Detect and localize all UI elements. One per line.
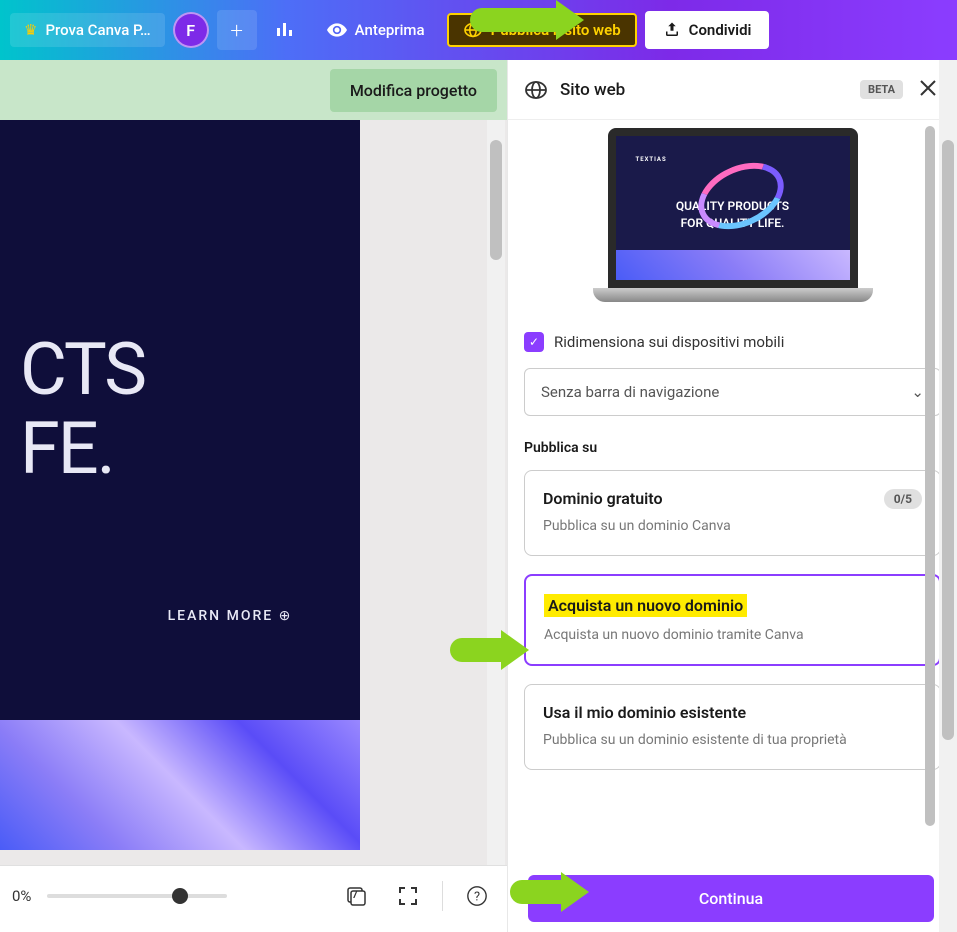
check-icon: ✓ — [529, 335, 539, 349]
divider — [442, 881, 443, 911]
add-button[interactable]: ＋ — [217, 10, 257, 50]
existing-domain-option[interactable]: Usa il mio dominio esistente Pubblica su… — [524, 684, 941, 770]
page-number: 7 — [352, 890, 358, 901]
help-icon: ? — [466, 885, 488, 907]
close-panel-button[interactable] — [915, 74, 941, 106]
bar-chart-icon — [275, 20, 295, 40]
upload-icon — [663, 21, 681, 39]
heading-line2: FE. — [20, 409, 340, 488]
free-domain-option[interactable]: 0/5 Dominio gratuito Pubblica su un domi… — [524, 470, 941, 556]
canvas-scrollbar[interactable] — [487, 120, 505, 865]
svg-text:?: ? — [474, 889, 480, 904]
pages-button[interactable]: 7 — [338, 878, 374, 914]
edit-project-button[interactable]: Modifica progetto — [330, 69, 497, 112]
canvas-area[interactable]: CTS FE. LEARN MORE ⊕ — [0, 120, 507, 865]
resize-checkbox[interactable]: ✓ — [524, 332, 544, 352]
help-button[interactable]: ? — [459, 878, 495, 914]
resize-mobile-option[interactable]: ✓ Ridimensiona sui dispositivi mobili — [524, 332, 941, 352]
page-scrollbar[interactable] — [939, 60, 957, 932]
expand-icon — [398, 886, 418, 906]
close-icon — [919, 79, 937, 97]
holographic-strip — [0, 720, 360, 850]
preview-label: Anteprima — [355, 21, 425, 39]
panel-scrollbar-thumb[interactable] — [925, 126, 935, 826]
preview-heading: CTS FE. — [20, 330, 340, 488]
publish-panel: Sito web BETA TEXTIAS QUALITY PRODUCTS F… — [507, 60, 957, 932]
analytics-button[interactable] — [265, 10, 305, 50]
avatar-letter: F — [186, 21, 195, 40]
preview-button[interactable]: Anteprima — [313, 12, 439, 48]
annotation-arrow-continue — [510, 880, 565, 904]
panel-title: Sito web — [560, 80, 848, 100]
buy-domain-option[interactable]: Acquista un nuovo dominio Acquista un nu… — [524, 574, 941, 666]
try-canva-pro-button[interactable]: ♛ Prova Canva P… — [10, 13, 165, 47]
panel-body: TEXTIAS QUALITY PRODUCTS FOR QUALITY LIF… — [508, 120, 957, 932]
buy-domain-title: Acquista un nuovo dominio — [544, 594, 747, 617]
user-avatar[interactable]: F — [173, 12, 209, 48]
existing-domain-desc: Pubblica su un dominio esistente di tua … — [543, 730, 922, 751]
laptop-screen: TEXTIAS QUALITY PRODUCTS FOR QUALITY LIF… — [608, 128, 858, 288]
learn-more-link[interactable]: LEARN MORE ⊕ — [20, 608, 340, 624]
existing-domain-title: Usa il mio dominio esistente — [543, 703, 746, 722]
annotation-arrow-buy-domain — [450, 638, 505, 662]
resize-label: Ridimensiona sui dispositivi mobili — [554, 333, 784, 351]
share-label: Condividi — [689, 21, 752, 39]
website-preview[interactable]: CTS FE. LEARN MORE ⊕ — [0, 120, 360, 720]
bottom-toolbar: 0% 7 ? — [0, 865, 507, 925]
website-icon — [524, 80, 548, 100]
plus-icon: ＋ — [229, 20, 244, 41]
canvas-pane: Modifica progetto CTS FE. LEARN MORE ⊕ 0… — [0, 60, 507, 932]
page-scrollbar-thumb[interactable] — [942, 140, 954, 740]
laptop-mockup: TEXTIAS QUALITY PRODUCTS FOR QUALITY LIF… — [593, 128, 873, 318]
fullscreen-button[interactable] — [390, 878, 426, 914]
zoom-percentage: 0% — [12, 887, 31, 905]
edit-project-label: Modifica progetto — [350, 81, 477, 100]
laptop-brand: TEXTIAS — [636, 156, 830, 163]
annotation-arrow-publish — [470, 8, 560, 32]
edit-banner: Modifica progetto — [0, 60, 507, 120]
beta-badge: BETA — [860, 80, 903, 99]
free-domain-desc: Pubblica su un dominio Canva — [543, 516, 922, 537]
publish-on-label: Pubblica su — [524, 440, 941, 456]
main-content: Modifica progetto CTS FE. LEARN MORE ⊕ 0… — [0, 60, 957, 932]
panel-header: Sito web BETA — [508, 60, 957, 120]
zoom-slider-thumb[interactable] — [172, 888, 188, 904]
navigation-select[interactable]: Senza barra di navigazione ⌄ — [524, 368, 941, 416]
laptop-base — [593, 288, 873, 302]
try-canva-label: Prova Canva P… — [45, 21, 150, 39]
heading-line1: CTS — [20, 330, 340, 409]
crown-icon: ♛ — [24, 21, 37, 39]
buy-domain-desc: Acquista un nuovo dominio tramite Canva — [544, 625, 921, 646]
laptop-holo — [616, 250, 850, 280]
scrollbar-thumb[interactable] — [490, 140, 502, 260]
free-domain-title: Dominio gratuito — [543, 489, 663, 508]
panel-scrollbar[interactable] — [923, 122, 937, 922]
nav-select-value: Senza barra di navigazione — [541, 383, 719, 401]
domain-count-badge: 0/5 — [884, 489, 922, 509]
continue-label: Continua — [699, 889, 763, 908]
zoom-slider[interactable] — [47, 894, 227, 898]
eye-icon — [327, 20, 347, 40]
share-button[interactable]: Condividi — [645, 11, 770, 49]
